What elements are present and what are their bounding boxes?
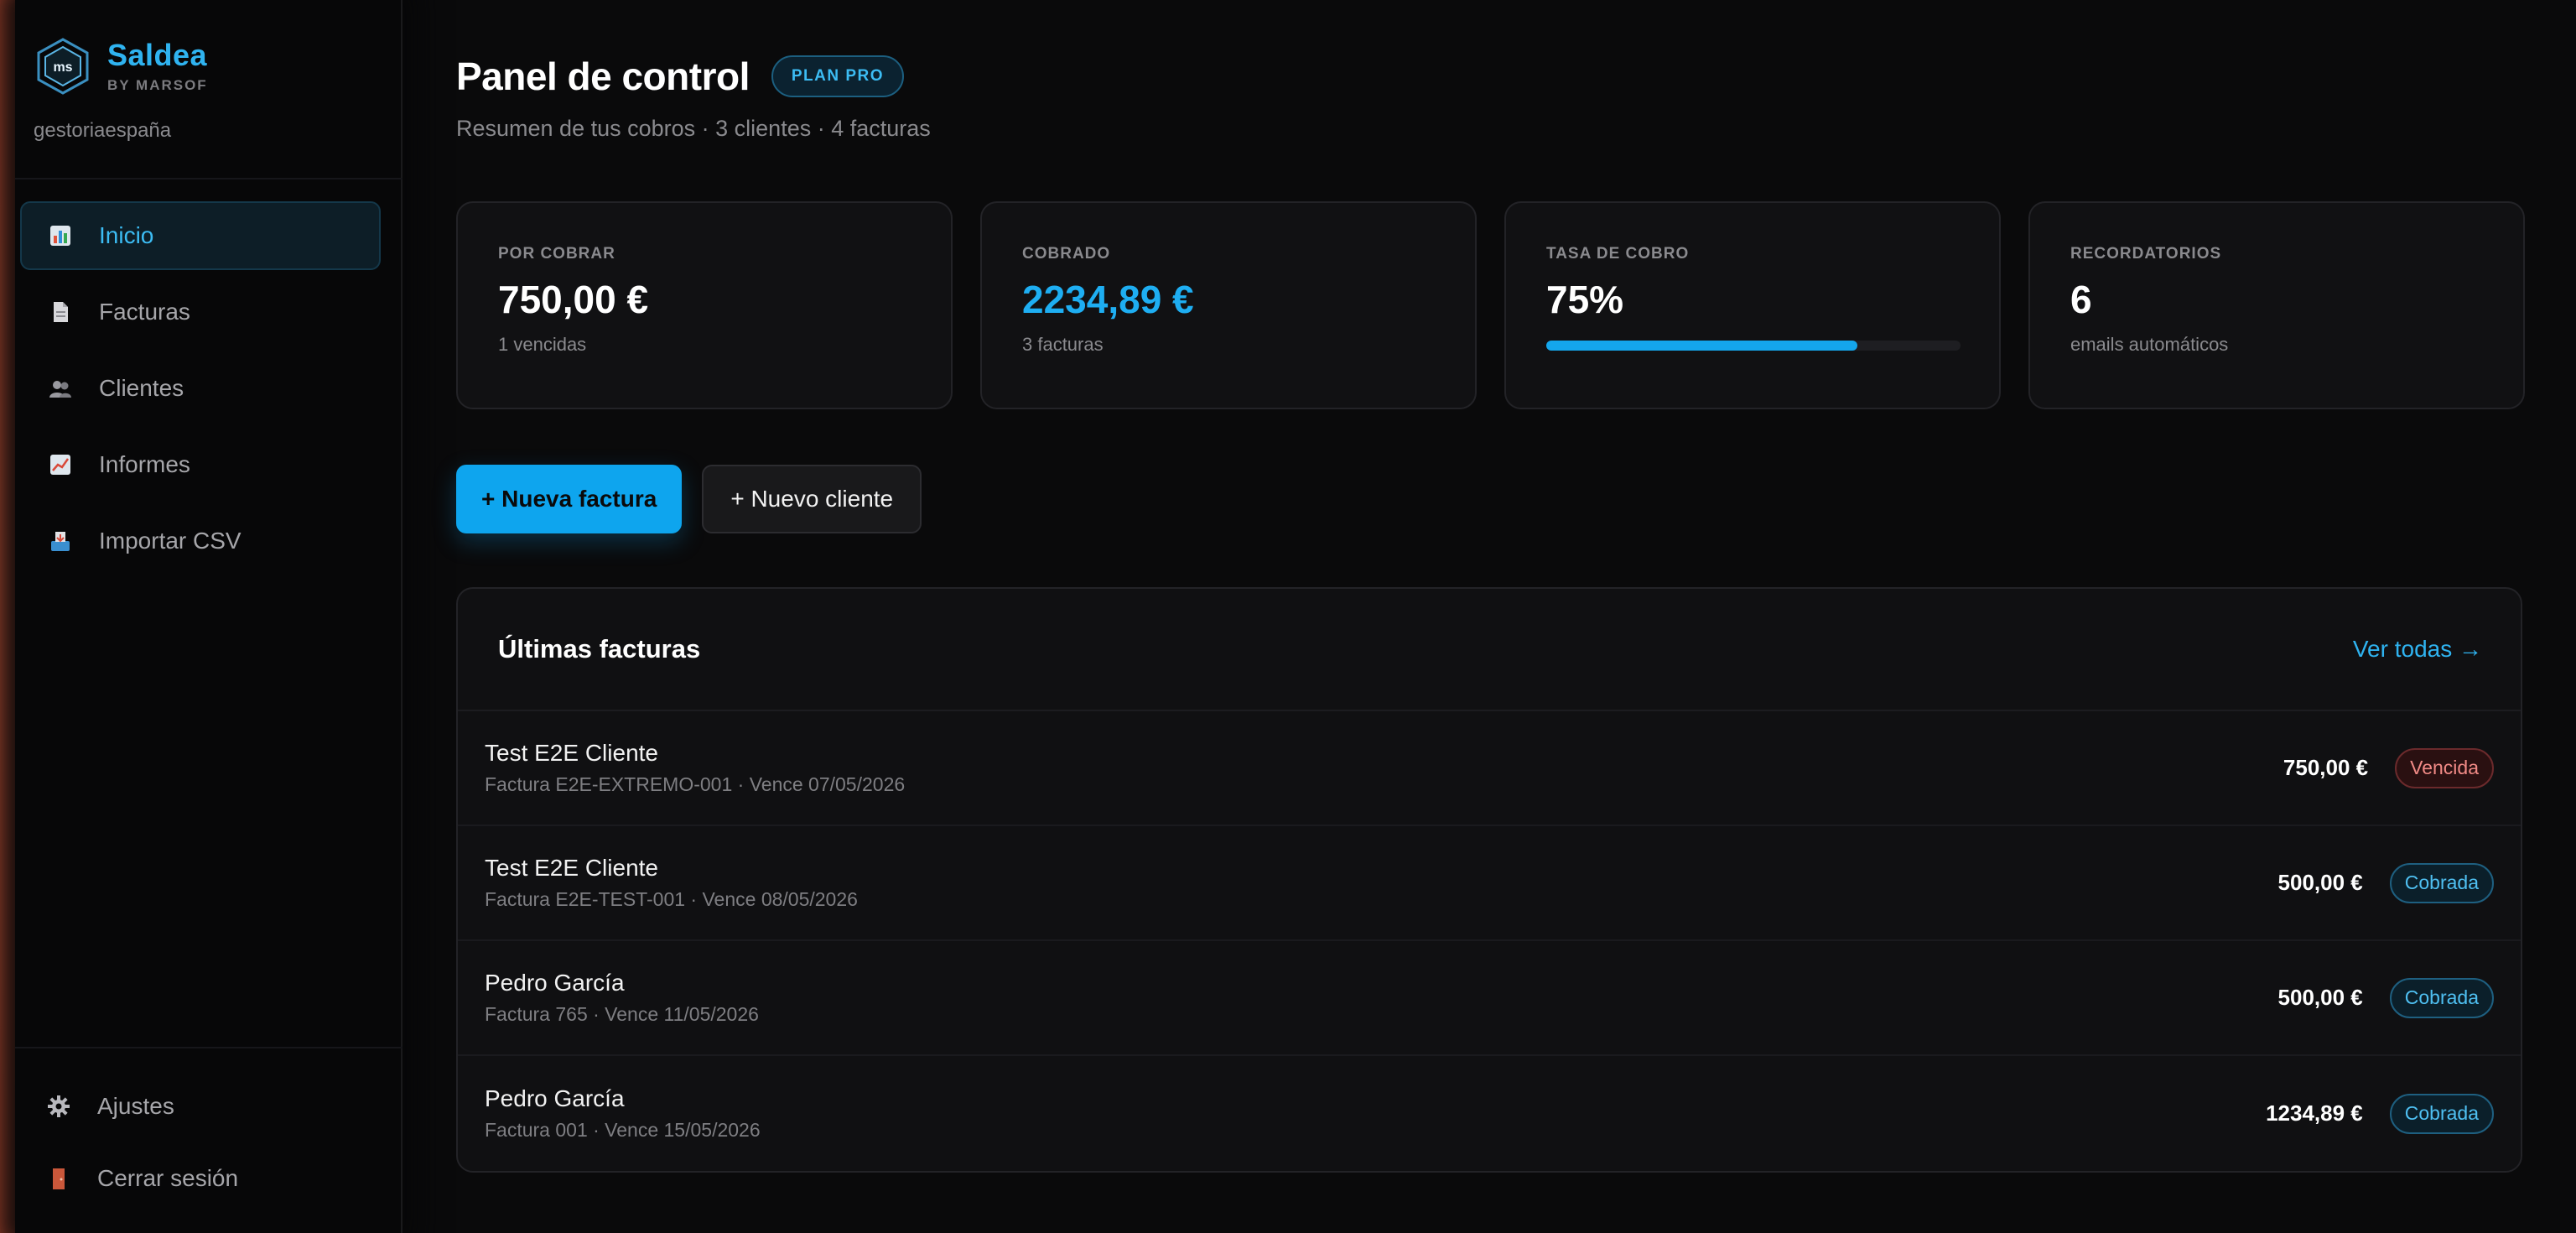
quick-actions: + Nueva factura + Nuevo cliente	[456, 465, 922, 533]
sidebar-frame: ms Saldea BY MARSOF gestoriaespaña Inici…	[0, 0, 402, 1233]
stat-card-recordatorios: RECORDATORIOS 6 emails automáticos	[2028, 201, 2525, 409]
status-badge: Cobrada	[2389, 862, 2494, 903]
recent-invoices-title: Últimas facturas	[498, 634, 701, 663]
recent-invoices-header: Últimas facturas Ver todas →	[458, 589, 2521, 711]
inbox-tray-icon	[49, 529, 72, 553]
stat-sub: emails automáticos	[2070, 334, 2229, 355]
brand-byline: BY MARSOF	[107, 77, 208, 93]
stat-value: 75%	[1546, 278, 1624, 321]
progress-fill	[1546, 341, 1857, 351]
invoice-client: Test E2E Cliente	[485, 740, 658, 766]
recent-invoices-panel: Últimas facturas Ver todas → Test E2E Cl…	[456, 587, 2522, 1173]
sidebar-item-importar-csv[interactable]: Importar CSV	[20, 507, 381, 575]
sidebar-item-label: Ajustes	[97, 1093, 174, 1119]
page-subtitle: Resumen de tus cobros · 3 clientes · 4 f…	[456, 116, 931, 141]
invoice-client: Pedro García	[485, 970, 625, 996]
gear-icon	[47, 1095, 70, 1118]
stat-label: POR COBRAR	[498, 245, 615, 263]
page-header: Panel de control PLAN PRO	[456, 54, 905, 99]
invoice-meta: Factura 765 · Vence 11/05/2026	[485, 1003, 759, 1025]
brand[interactable]: ms Saldea BY MARSOF	[35, 37, 208, 96]
view-all-link[interactable]: Ver todas →	[2353, 636, 2482, 663]
invoice-meta: Factura 001 · Vence 15/05/2026	[485, 1119, 761, 1141]
svg-text:ms: ms	[53, 60, 72, 75]
invoice-amount: 1234,89 €	[2266, 1100, 2363, 1126]
stat-label: TASA DE COBRO	[1546, 245, 1690, 263]
sidebar-divider-top	[15, 178, 402, 179]
sidebar-item-ajustes[interactable]: Ajustes	[20, 1070, 381, 1142]
sidebar-item-label: Clientes	[99, 375, 184, 401]
invoice-meta: Factura E2E-TEST-001 · Vence 08/05/2026	[485, 888, 858, 910]
invoice-row[interactable]: Pedro García Factura 001 · Vence 15/05/2…	[458, 1056, 2521, 1171]
sidebar-item-informes[interactable]: Informes	[20, 430, 381, 499]
users-icon	[49, 377, 72, 400]
invoice-client: Pedro García	[485, 1085, 625, 1111]
bar-chart-icon	[49, 224, 72, 247]
invoice-row[interactable]: Test E2E Cliente Factura E2E-EXTREMO-001…	[458, 711, 2521, 826]
stat-card-cobrado: COBRADO 2234,89 € 3 facturas	[980, 201, 1477, 409]
sidebar-item-cerrar-sesion[interactable]: Cerrar sesión	[20, 1142, 381, 1215]
sidebar-item-label: Facturas	[99, 299, 190, 325]
stat-sub: 3 facturas	[1022, 334, 1104, 355]
document-icon	[49, 300, 72, 324]
app-root: ms Saldea BY MARSOF gestoriaespaña Inici…	[0, 0, 2576, 1233]
status-badge: Vencida	[2395, 747, 2494, 788]
sidebar-item-clientes[interactable]: Clientes	[20, 354, 381, 423]
collection-rate-progress-bar	[1546, 341, 1961, 351]
stat-value: 750,00 €	[498, 278, 649, 321]
sidebar-bottom-nav: Ajustes Cerrar sesión	[20, 1070, 381, 1215]
door-icon	[47, 1167, 70, 1190]
sidebar-item-label: Informes	[99, 451, 190, 477]
stats-row: POR COBRAR 750,00 € 1 vencidas COBRADO 2…	[456, 201, 2525, 409]
stat-value: 6	[2070, 278, 2092, 321]
sidebar-item-inicio[interactable]: Inicio	[20, 201, 381, 270]
stat-label: RECORDATORIOS	[2070, 245, 2222, 263]
brand-name: Saldea	[107, 38, 208, 72]
invoice-amount: 500,00 €	[2277, 985, 2363, 1010]
invoice-row[interactable]: Pedro García Factura 765 · Vence 11/05/2…	[458, 941, 2521, 1056]
sidebar-item-label: Inicio	[99, 222, 154, 248]
page-title: Panel de control	[456, 55, 750, 98]
logo-icon: ms	[35, 37, 91, 96]
status-badge: Cobrada	[2389, 1093, 2494, 1134]
sidebar-item-label: Cerrar sesión	[97, 1165, 239, 1191]
sidebar-item-label: Importar CSV	[99, 528, 242, 554]
status-badge: Cobrada	[2389, 977, 2494, 1018]
invoice-row[interactable]: Test E2E Cliente Factura E2E-TEST-001 · …	[458, 826, 2521, 941]
stat-card-tasa-de-cobro: TASA DE COBRO 75%	[1504, 201, 2001, 409]
sidebar: ms Saldea BY MARSOF gestoriaespaña Inici…	[15, 0, 402, 1233]
invoice-amount: 500,00 €	[2277, 870, 2363, 895]
new-invoice-button[interactable]: + Nueva factura	[456, 465, 683, 533]
sidebar-item-facturas[interactable]: Facturas	[20, 278, 381, 346]
line-chart-icon	[49, 453, 72, 476]
new-client-button[interactable]: + Nuevo cliente	[702, 465, 922, 533]
invoice-amount: 750,00 €	[2283, 755, 2369, 780]
stat-card-por-cobrar: POR COBRAR 750,00 € 1 vencidas	[456, 201, 953, 409]
sidebar-nav: Inicio Facturas Clientes Informes Import…	[20, 201, 381, 583]
stat-sub: 1 vencidas	[498, 334, 587, 355]
invoice-client: Test E2E Cliente	[485, 855, 658, 881]
organization-name: gestoriaespaña	[34, 119, 172, 142]
stat-value: 2234,89 €	[1022, 278, 1194, 321]
sidebar-divider-bottom	[15, 1047, 402, 1048]
invoice-meta: Factura E2E-EXTREMO-001 · Vence 07/05/20…	[485, 773, 906, 795]
plan-badge: PLAN PRO	[771, 55, 905, 97]
stat-label: COBRADO	[1022, 245, 1111, 263]
